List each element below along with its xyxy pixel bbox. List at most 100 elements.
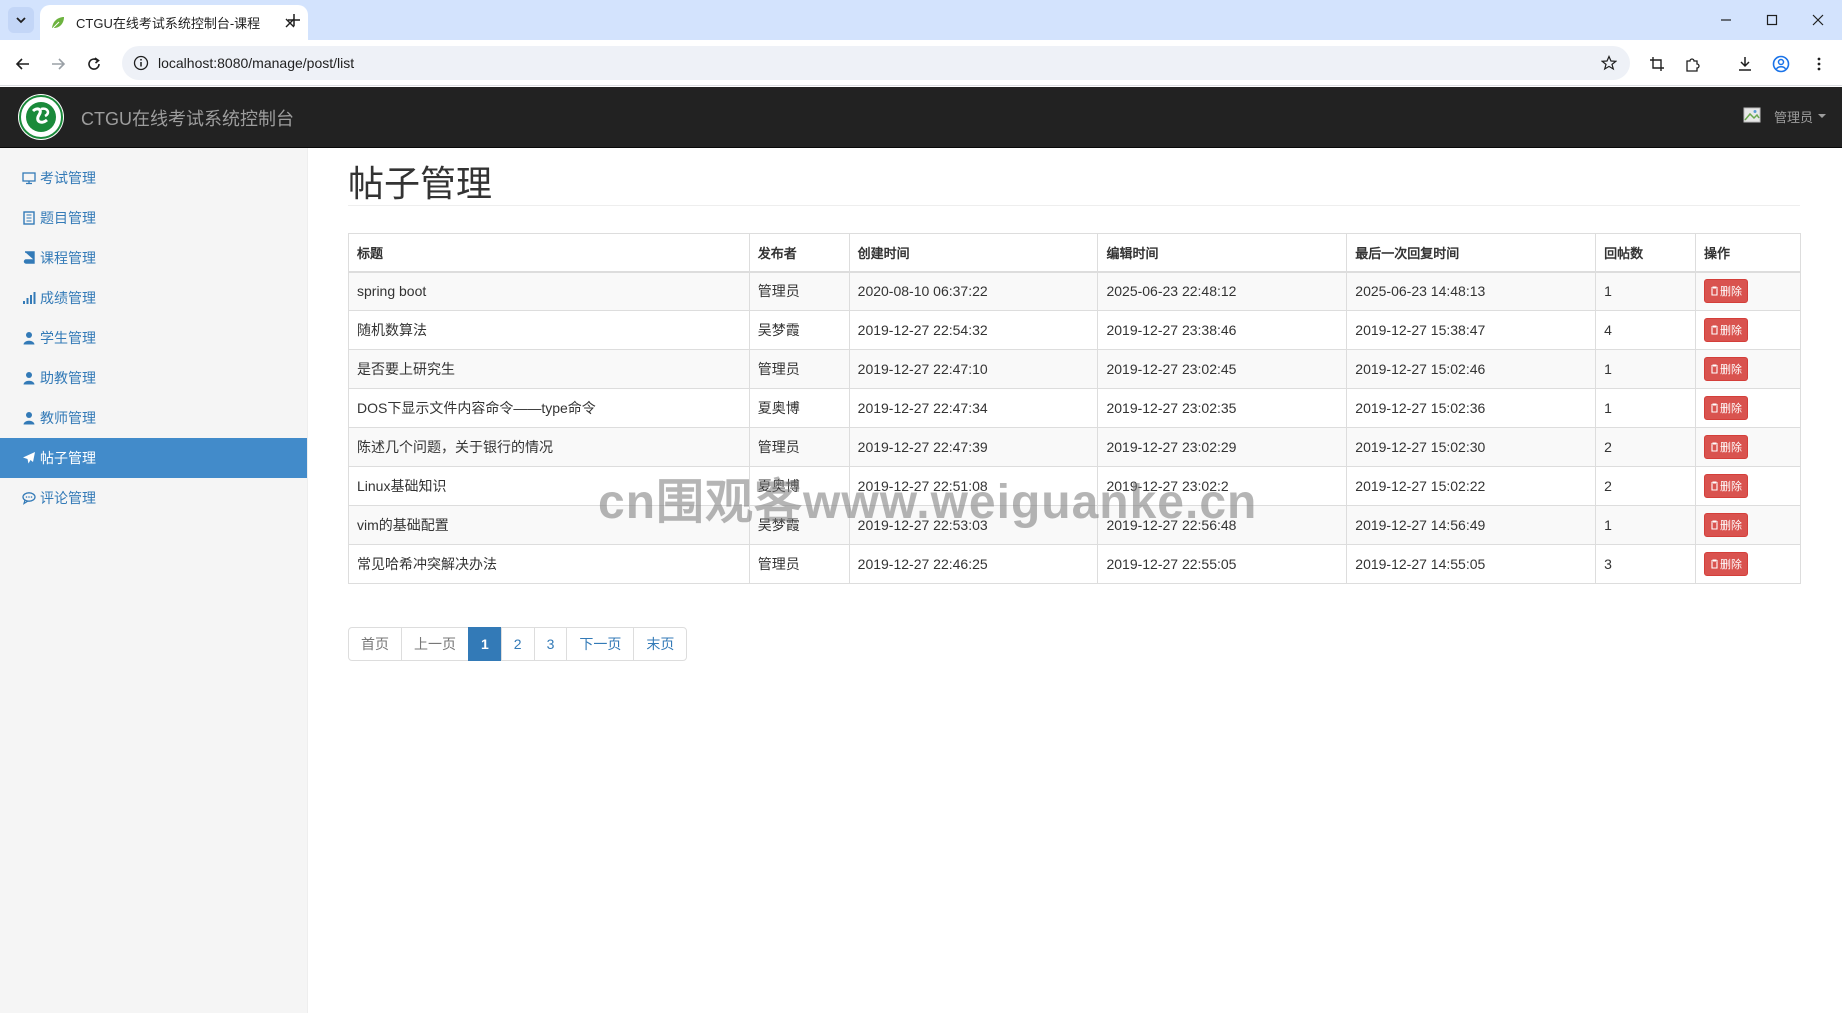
page-first-button[interactable]: 首页 — [348, 627, 402, 661]
cell-last-reply: 2019-12-27 15:02:22 — [1346, 466, 1597, 506]
column-header-edited: 编辑时间 — [1097, 233, 1348, 273]
cell-author: 管理员 — [748, 427, 850, 467]
new-tab-button[interactable] — [282, 8, 306, 32]
profile-button[interactable] — [1767, 50, 1795, 78]
plus-icon — [288, 14, 300, 26]
cell-actions: 删除 — [1695, 349, 1801, 389]
arrow-left-icon — [15, 58, 29, 70]
sidebar-item-label: 评论管理 — [40, 490, 96, 506]
delete-button[interactable]: 删除 — [1704, 513, 1749, 537]
delete-button[interactable]: 删除 — [1704, 552, 1749, 576]
table-row: 随机数算法 吴梦霞 2019-12-27 22:54:32 2019-12-27 23… — [348, 310, 1801, 350]
sidebar-item-scores[interactable]: 成绩管理 — [0, 278, 307, 318]
pagination: 首页 上一页 1 2 3 下一页 末页 — [348, 627, 688, 661]
table-row: Linux基础知识 夏奥博 2019-12-27 22:51:08 2019-12-2… — [348, 466, 1801, 506]
page-next-button[interactable]: 下一页 — [566, 627, 635, 661]
delete-button-label: 删除 — [1720, 364, 1743, 376]
delete-button[interactable]: 删除 — [1704, 318, 1749, 342]
column-header-created: 创建时间 — [848, 233, 1099, 273]
delete-button-label: 删除 — [1720, 442, 1743, 454]
minimize-icon — [1721, 19, 1731, 21]
sidebar-item-assistants[interactable]: 助教管理 — [0, 358, 307, 398]
tab-title: CTGU在线考试系统控制台-课程 — [76, 16, 261, 31]
cell-edited: 2019-12-27 22:55:05 — [1097, 544, 1348, 584]
sidebar-item-courses[interactable]: 课程管理 — [0, 238, 307, 278]
table-row: vim的基础配置 吴梦霞 2019-12-27 22:53:03 2019-12-27… — [348, 505, 1801, 545]
cell-actions: 删除 — [1695, 310, 1801, 350]
cell-last-reply: 2019-12-27 15:02:30 — [1346, 427, 1597, 467]
back-button[interactable] — [9, 50, 37, 78]
cell-edited: 2019-12-27 23:02:29 — [1097, 427, 1348, 467]
cell-author: 管理员 — [748, 271, 850, 311]
column-header-last-reply: 最后一次回复时间 — [1346, 233, 1597, 273]
minimize-button[interactable] — [1703, 0, 1749, 40]
table-row: 陈述几个问题，关于银行的情况 管理员 2019-12-27 22:47:39 2019… — [348, 427, 1801, 467]
page-1-button[interactable]: 1 — [468, 627, 502, 661]
cell-author: 吴梦霞 — [748, 310, 850, 350]
delete-button[interactable]: 删除 — [1704, 474, 1749, 498]
cell-actions: 删除 — [1695, 271, 1801, 311]
sidebar-item-posts[interactable]: 帖子管理 — [0, 438, 307, 478]
forward-button[interactable] — [44, 50, 72, 78]
user-dropdown[interactable]: 管理员 — [1742, 101, 1826, 131]
delete-button[interactable]: 删除 — [1704, 279, 1749, 304]
reload-icon — [88, 57, 100, 70]
cell-replies: 2 — [1595, 427, 1697, 467]
cell-replies: 2 — [1595, 466, 1697, 506]
sidebar-item-label: 成绩管理 — [40, 290, 96, 306]
delete-button[interactable]: 删除 — [1704, 396, 1749, 420]
sidebar-item-comments[interactable]: 评论管理 — [0, 478, 307, 518]
cell-actions: 删除 — [1695, 544, 1801, 584]
cell-edited: 2019-12-27 23:02:35 — [1097, 388, 1348, 428]
maximize-button[interactable] — [1749, 0, 1795, 40]
column-header-title: 标题 — [348, 233, 750, 273]
account-circle-icon — [1772, 55, 1790, 73]
ctgu-logo[interactable] — [17, 93, 65, 141]
signal-icon — [21, 290, 37, 306]
screenshot-crop-button[interactable] — [1643, 50, 1671, 78]
reload-button[interactable] — [80, 50, 108, 78]
sidebar-item-teachers[interactable]: 教师管理 — [0, 398, 307, 438]
browser-tab[interactable]: CTGU在线考试系统控制台-课程 — [40, 5, 308, 40]
url-bar[interactable]: localhost:8080/manage/post/list — [122, 46, 1630, 80]
page-prev-button[interactable]: 上一页 — [401, 627, 469, 661]
delete-button[interactable]: 删除 — [1704, 435, 1749, 459]
url-text: localhost:8080/manage/post/list — [158, 55, 355, 71]
cell-actions: 删除 — [1695, 505, 1801, 545]
delete-button-label: 删除 — [1720, 286, 1743, 299]
delete-button[interactable]: 删除 — [1704, 357, 1749, 381]
downloads-button[interactable] — [1731, 50, 1759, 78]
extensions-button[interactable] — [1679, 50, 1707, 78]
cell-title: 常见哈希冲突解决办法 — [348, 544, 750, 584]
sidebar-item-label: 帖子管理 — [40, 450, 96, 466]
sidebar-item-students[interactable]: 学生管理 — [0, 318, 307, 358]
cell-created: 2019-12-27 22:47:34 — [848, 388, 1099, 428]
trash-icon — [1711, 559, 1719, 569]
column-header-author: 发布者 — [748, 233, 850, 273]
browser-menu-button[interactable] — [1805, 50, 1833, 78]
page-2-button[interactable]: 2 — [500, 627, 535, 661]
column-header-actions: 操作 — [1695, 233, 1801, 273]
app-navbar: CTGU在线考试系统控制台 管理员 — [0, 87, 1842, 148]
delete-button-label: 删除 — [1720, 325, 1743, 337]
browser-tabbar: CTGU在线考试系统控制台-课程 — [0, 0, 1842, 40]
site-info-icon[interactable] — [126, 48, 156, 78]
window-close-button[interactable] — [1795, 0, 1841, 40]
delete-button-label: 删除 — [1720, 481, 1743, 493]
sidebar-item-exam[interactable]: 考试管理 — [0, 158, 307, 198]
sidebar-item-questions[interactable]: 题目管理 — [0, 198, 307, 238]
page-last-button[interactable]: 末页 — [633, 627, 688, 661]
bookmark-star-icon[interactable] — [1598, 52, 1620, 74]
send-icon — [21, 450, 37, 466]
user-name: 管理员 — [1773, 109, 1813, 125]
page-3-button[interactable]: 3 — [533, 627, 568, 661]
tab-search-button[interactable] — [8, 7, 34, 33]
table-row: 是否要上研究生 管理员 2019-12-27 22:47:10 2019-12-27 … — [348, 349, 1801, 389]
cell-author: 夏奥博 — [748, 466, 850, 506]
sidebar-item-label: 助教管理 — [40, 370, 96, 386]
cell-actions: 删除 — [1695, 388, 1801, 428]
table-row: DOS下显示文件内容命令——type命令 夏奥博 2019-12-27 22:47:… — [348, 388, 1801, 428]
brand-title[interactable]: CTGU在线考试系统控制台 — [81, 105, 294, 131]
leaf-favicon-icon — [51, 16, 64, 29]
cell-last-reply: 2019-12-27 14:56:49 — [1346, 505, 1597, 545]
